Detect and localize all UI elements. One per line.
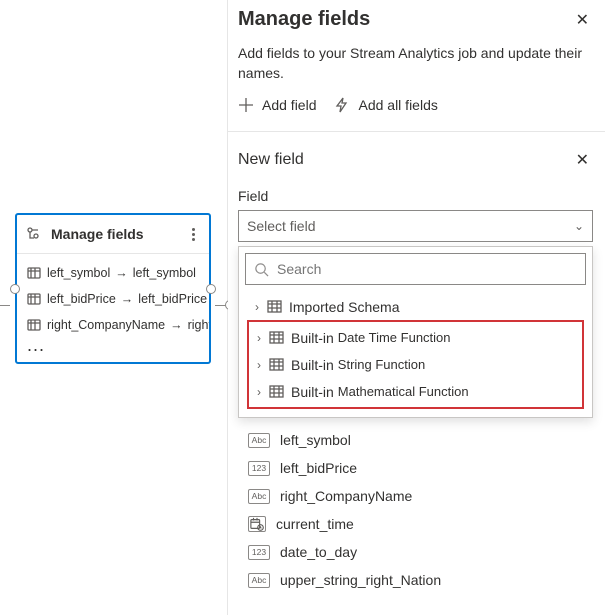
type-123-chip: 123 bbox=[248, 461, 270, 476]
field-name: right_CompanyName bbox=[280, 488, 412, 504]
tree-label-tail: String Function bbox=[338, 357, 425, 372]
chevron-right-icon: › bbox=[253, 358, 265, 372]
new-field-heading: New field bbox=[238, 151, 572, 169]
field-name: upper_string_right_Nation bbox=[280, 572, 441, 588]
tree-builtin-math[interactable]: › Built-in Mathematical Function bbox=[249, 378, 582, 405]
type-abc-chip: Abc bbox=[248, 433, 270, 448]
manage-fields-node[interactable]: Manage fields left_symbol → left_symbol … bbox=[15, 213, 211, 364]
arrow-icon: → bbox=[170, 318, 183, 332]
node-title: Manage fields bbox=[51, 226, 185, 242]
field-list-item[interactable]: Abc right_CompanyName bbox=[248, 482, 593, 510]
canvas: Manage fields left_symbol → left_symbol … bbox=[0, 0, 228, 615]
tree-label-tail: Date Time Function bbox=[338, 330, 451, 345]
tree-label: Built-in bbox=[291, 357, 334, 373]
column-icon bbox=[27, 319, 41, 331]
field-dropdown: › Imported Schema › Built-in Date Time F… bbox=[238, 246, 593, 418]
tree-label-tail: Mathematical Function bbox=[338, 384, 469, 399]
field-search-input[interactable] bbox=[277, 261, 577, 277]
map-dst: right_CompanyName bbox=[188, 318, 209, 332]
field-select-placeholder: Select field bbox=[247, 218, 315, 234]
map-dst: left_symbol bbox=[133, 266, 196, 280]
chevron-right-icon: › bbox=[251, 300, 263, 314]
field-name: current_time bbox=[276, 516, 354, 532]
manage-fields-icon bbox=[27, 226, 43, 242]
divider bbox=[228, 131, 605, 132]
type-abc-chip: Abc bbox=[248, 573, 270, 588]
table-icon bbox=[269, 331, 284, 344]
mapping-row-more[interactable]: ... bbox=[17, 338, 209, 356]
field-search-box[interactable] bbox=[245, 253, 586, 285]
table-icon bbox=[267, 300, 282, 313]
chevron-right-icon: › bbox=[253, 385, 265, 399]
tree-label: Built-in bbox=[291, 384, 334, 400]
field-name: date_to_day bbox=[280, 544, 357, 560]
add-all-fields-button[interactable]: Add all fields bbox=[334, 97, 437, 113]
add-field-label: Add field bbox=[262, 97, 316, 113]
tree-builtin-datetime[interactable]: › Built-in Date Time Function bbox=[249, 324, 582, 351]
map-src: left_symbol bbox=[47, 266, 110, 280]
add-field-button[interactable]: Add field bbox=[238, 97, 316, 113]
node-port-out[interactable] bbox=[206, 284, 216, 294]
node-port-in[interactable] bbox=[10, 284, 20, 294]
tree-label: Built-in bbox=[291, 330, 334, 346]
arrow-icon: → bbox=[115, 266, 128, 280]
field-tree: › Imported Schema › Built-in Date Time F… bbox=[245, 285, 586, 409]
mapping-row[interactable]: left_symbol → left_symbol bbox=[17, 260, 209, 286]
node-header: Manage fields bbox=[17, 215, 209, 254]
table-icon bbox=[269, 358, 284, 371]
mapping-row[interactable]: left_bidPrice → left_bidPrice bbox=[17, 286, 209, 312]
arrow-icon: → bbox=[121, 292, 134, 306]
field-list-item[interactable]: 123 date_to_day bbox=[248, 538, 593, 566]
map-src: left_bidPrice bbox=[47, 292, 116, 306]
type-datetime-chip bbox=[248, 516, 266, 532]
add-all-label: Add all fields bbox=[358, 97, 437, 113]
lightning-icon bbox=[334, 97, 350, 113]
field-list-item[interactable]: Abc left_symbol bbox=[248, 426, 593, 454]
field-list-item[interactable]: current_time bbox=[248, 510, 593, 538]
chevron-down-icon: ⌄ bbox=[574, 219, 584, 233]
new-field-close-button[interactable]: ✕ bbox=[572, 146, 593, 174]
node-more-menu[interactable] bbox=[185, 224, 201, 244]
type-123-chip: 123 bbox=[248, 545, 270, 560]
column-icon bbox=[27, 293, 41, 305]
node-body: left_symbol → left_symbol left_bidPrice … bbox=[17, 254, 209, 362]
action-bar: Add field Add all fields bbox=[238, 97, 593, 113]
field-name: left_bidPrice bbox=[280, 460, 357, 476]
tree-builtin-string[interactable]: › Built-in String Function bbox=[249, 351, 582, 378]
column-icon bbox=[27, 267, 41, 279]
panel-close-button[interactable]: ✕ bbox=[572, 6, 593, 34]
table-icon bbox=[269, 385, 284, 398]
calendar-clock-icon bbox=[250, 517, 264, 531]
plus-icon bbox=[238, 97, 254, 113]
field-name: left_symbol bbox=[280, 432, 351, 448]
edge-in-stub bbox=[0, 305, 10, 306]
tree-imported-schema[interactable]: › Imported Schema bbox=[247, 293, 584, 320]
field-list-item[interactable]: 123 left_bidPrice bbox=[248, 454, 593, 482]
map-dst: left_bidPrice bbox=[138, 292, 207, 306]
output-field-list: Abc left_symbol 123 left_bidPrice Abc ri… bbox=[238, 418, 593, 594]
map-src: right_CompanyName bbox=[47, 318, 165, 332]
manage-fields-panel: Manage fields ✕ Add fields to your Strea… bbox=[228, 0, 605, 615]
panel-title: Manage fields bbox=[238, 6, 572, 31]
search-icon bbox=[254, 262, 269, 277]
field-list-item[interactable]: Abc upper_string_right_Nation bbox=[248, 566, 593, 594]
panel-description: Add fields to your Stream Analytics job … bbox=[238, 44, 593, 83]
tree-label: Imported Schema bbox=[289, 299, 400, 315]
mapping-row[interactable]: right_CompanyName → right_CompanyName bbox=[17, 312, 209, 338]
chevron-right-icon: › bbox=[253, 331, 265, 345]
type-abc-chip: Abc bbox=[248, 489, 270, 504]
field-select[interactable]: Select field ⌄ bbox=[238, 210, 593, 242]
builtin-highlight: › Built-in Date Time Function › Built-in… bbox=[247, 320, 584, 409]
field-label: Field bbox=[238, 188, 593, 204]
